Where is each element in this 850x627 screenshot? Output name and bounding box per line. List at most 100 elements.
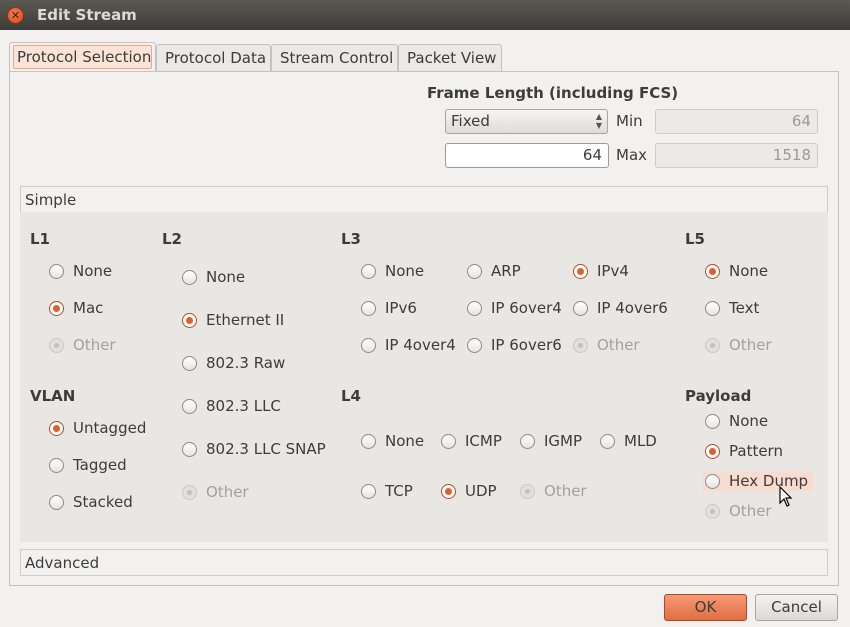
radio-icon: [573, 338, 588, 353]
frame-length-label: Frame Length (including FCS): [427, 84, 679, 102]
radio-checked-icon: [441, 484, 456, 499]
l3-ipv6-radio[interactable]: IPv6: [361, 298, 417, 318]
cancel-button[interactable]: Cancel: [755, 594, 838, 621]
radio-icon: [182, 442, 197, 457]
radio-icon: [467, 338, 482, 353]
frame-length-mode-value: Fixed: [451, 112, 490, 130]
radio-icon: [573, 301, 588, 316]
l1-mac-radio[interactable]: Mac: [49, 298, 103, 318]
radio-icon: [361, 301, 376, 316]
l1-title: L1: [30, 230, 50, 248]
l3-arp-radio[interactable]: ARP: [467, 261, 521, 281]
title-bar: ✕ Edit Stream: [0, 0, 850, 30]
l5-other-radio: Other: [705, 335, 772, 355]
radio-label: IPv6: [385, 299, 417, 317]
radio-icon: [182, 356, 197, 371]
l4-none-radio[interactable]: None: [361, 431, 424, 451]
radio-label: Tagged: [73, 456, 127, 474]
l1-other-radio: Other: [49, 335, 116, 355]
radio-icon: [441, 434, 456, 449]
l3-ip-6over6-radio[interactable]: IP 6over6: [467, 335, 562, 355]
radio-label: Hex Dump: [729, 472, 809, 490]
max-length-field: 1518: [655, 143, 818, 168]
vlan-title: VLAN: [30, 387, 76, 405]
tab-packet-view[interactable]: Packet View: [398, 44, 502, 72]
l2-8023-raw-radio[interactable]: 802.3 Raw: [182, 353, 285, 373]
payload-other-radio: Other: [705, 501, 772, 521]
radio-label: Pattern: [729, 442, 783, 460]
vlan-stacked-radio[interactable]: Stacked: [49, 492, 133, 512]
radio-icon: [182, 485, 197, 500]
max-label: Max: [616, 146, 648, 164]
radio-checked-icon: [705, 444, 720, 459]
radio-icon: [705, 474, 720, 489]
l3-ipv4-radio[interactable]: IPv4: [573, 261, 629, 281]
l3-none-radio[interactable]: None: [361, 261, 424, 281]
radio-icon: [467, 264, 482, 279]
l4-udp-radio[interactable]: UDP: [441, 481, 497, 501]
close-icon[interactable]: ✕: [7, 7, 24, 24]
radio-label: ICMP: [465, 432, 502, 450]
radio-icon: [705, 504, 720, 519]
radio-icon: [467, 301, 482, 316]
l2-ethernet-ii-radio[interactable]: Ethernet II: [182, 310, 284, 330]
l1-none-radio[interactable]: None: [49, 261, 112, 281]
radio-checked-icon: [182, 313, 197, 328]
radio-icon: [600, 434, 615, 449]
frame-length-field[interactable]: 64: [445, 143, 609, 168]
radio-label: TCP: [385, 482, 413, 500]
tab-protocol-selection[interactable]: Protocol Selection: [9, 42, 156, 73]
radio-label: Other: [206, 483, 249, 501]
radio-label: Ethernet II: [206, 311, 285, 329]
l4-igmp-radio[interactable]: IGMP: [520, 431, 582, 451]
payload-none-radio[interactable]: None: [705, 411, 768, 431]
radio-label: Other: [729, 502, 772, 520]
radio-label: IP 4over6: [597, 299, 668, 317]
radio-label: 802.3 LLC SNAP: [206, 440, 326, 458]
radio-icon: [705, 414, 720, 429]
l5-text-radio[interactable]: Text: [705, 298, 759, 318]
l3-title: L3: [341, 230, 361, 248]
protocol-selection-panel: Frame Length (including FCS) Fixed ▲ ▼ Mi…: [9, 71, 839, 586]
frame-length-mode-select[interactable]: Fixed ▲ ▼: [445, 109, 608, 134]
radio-label: IPv4: [597, 262, 629, 280]
radio-icon: [49, 495, 64, 510]
min-label: Min: [616, 112, 643, 130]
radio-label: IGMP: [544, 432, 583, 450]
min-length-field: 64: [655, 109, 818, 134]
l4-tcp-radio[interactable]: TCP: [361, 481, 413, 501]
simple-section-header[interactable]: Simple: [20, 186, 828, 213]
l4-mld-radio[interactable]: MLD: [600, 431, 657, 451]
l2-none-radio[interactable]: None: [182, 267, 245, 287]
l4-icmp-radio[interactable]: ICMP: [441, 431, 502, 451]
payload-hex-dump-radio[interactable]: Hex Dump: [703, 471, 814, 491]
ok-button[interactable]: OK: [664, 594, 747, 621]
l3-ip-6over4-radio[interactable]: IP 6over4: [467, 298, 562, 318]
l2-8023-llc-snap-radio[interactable]: 802.3 LLC SNAP: [182, 439, 326, 459]
radio-label: IP 4over4: [385, 336, 456, 354]
radio-label: Other: [73, 336, 116, 354]
l3-ip-4over4-radio[interactable]: IP 4over4: [361, 335, 456, 355]
l4-title: L4: [341, 387, 361, 405]
radio-icon: [49, 458, 64, 473]
radio-icon: [361, 484, 376, 499]
radio-icon: [49, 338, 64, 353]
l5-none-radio[interactable]: None: [705, 261, 768, 281]
radio-icon: [520, 484, 535, 499]
radio-icon: [520, 434, 535, 449]
tab-protocol-data[interactable]: Protocol Data: [156, 44, 271, 72]
radio-checked-icon: [49, 421, 64, 436]
radio-label: MLD: [624, 432, 657, 450]
tab-stream-control[interactable]: Stream Control: [271, 44, 398, 72]
tab-label: Protocol Selection: [13, 45, 152, 69]
payload-pattern-radio[interactable]: Pattern: [705, 441, 783, 461]
advanced-section-header[interactable]: Advanced: [20, 549, 828, 576]
vlan-tagged-radio[interactable]: Tagged: [49, 455, 127, 475]
l2-8023-llc-radio[interactable]: 802.3 LLC: [182, 396, 281, 416]
l5-title: L5: [685, 230, 705, 248]
radio-icon: [361, 264, 376, 279]
radio-label: None: [385, 432, 425, 450]
vlan-untagged-radio[interactable]: Untagged: [49, 418, 146, 438]
l3-ip-4over6-radio[interactable]: IP 4over6: [573, 298, 668, 318]
radio-label: Text: [729, 299, 760, 317]
